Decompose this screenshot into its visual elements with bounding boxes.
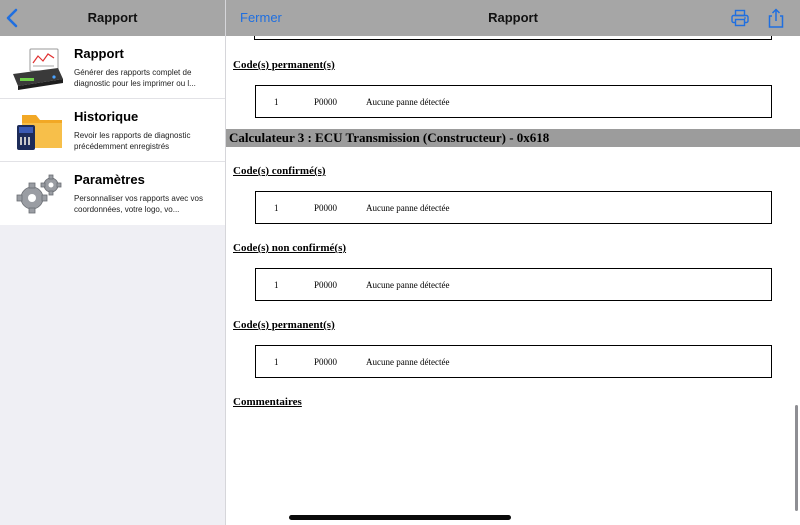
report-menu-panel: Rapport Rapport Générer des rapports com…: [0, 0, 226, 525]
share-icon[interactable]: [768, 8, 784, 28]
code-table-row: 1 P0000 Aucune panne détectée: [255, 268, 772, 301]
left-nav-title: Rapport: [87, 10, 138, 25]
report-preview-panel: Fermer Rapport Code(s) permanent(s) 1 P0…: [226, 0, 800, 525]
code-value: P0000: [314, 97, 338, 107]
folder-sdcard-icon: [17, 115, 62, 150]
code-value: P0000: [314, 280, 338, 290]
menu-list: Rapport Générer des rapports complet de …: [0, 36, 225, 225]
left-nav-bar: Rapport: [0, 0, 225, 36]
code-table-row: 1 P0000 Aucune panne détectée: [255, 85, 772, 118]
section-heading: Code(s) permanent(s): [233, 319, 335, 331]
scroll-indicator[interactable]: [795, 405, 798, 511]
printer-icon[interactable]: [731, 9, 749, 27]
code-table-partial: [254, 36, 772, 40]
calculator-title: Calculateur 3 : ECU Transmission (Constr…: [229, 130, 550, 145]
printer-report-icon: [13, 48, 63, 90]
code-description: Aucune panne détectée: [366, 357, 450, 367]
menu-item-title: Historique: [74, 109, 139, 124]
report-document[interactable]: Code(s) permanent(s) 1 P0000 Aucune pann…: [226, 36, 800, 525]
code-index: 1: [274, 203, 279, 213]
menu-item-historique[interactable]: Historique Revoir les rapports de diagno…: [0, 99, 225, 162]
gears-icon: [16, 174, 62, 214]
code-value: P0000: [314, 203, 338, 213]
code-index: 1: [274, 280, 279, 290]
code-description: Aucune panne détectée: [366, 97, 450, 107]
menu-item-parametres[interactable]: Paramètres Personnaliser vos rapports av…: [0, 162, 225, 225]
code-index: 1: [274, 357, 279, 367]
code-value: P0000: [314, 357, 338, 367]
menu-item-rapport[interactable]: Rapport Générer des rapports complet de …: [0, 36, 225, 99]
menu-item-description: Générer des rapports complet de diagnost…: [74, 68, 196, 88]
code-index: 1: [274, 97, 279, 107]
right-nav-bar: Fermer Rapport: [226, 0, 800, 36]
right-nav-title: Rapport: [488, 10, 538, 25]
code-table-row: 1 P0000 Aucune panne détectée: [255, 191, 772, 224]
comments-heading: Commentaires: [233, 396, 302, 408]
section-heading: Code(s) permanent(s): [233, 59, 335, 71]
menu-item-title: Rapport: [74, 46, 124, 61]
home-indicator[interactable]: [289, 515, 511, 520]
section-heading: Code(s) confirmé(s): [233, 165, 326, 177]
code-description: Aucune panne détectée: [366, 280, 450, 290]
code-table-row: 1 P0000 Aucune panne détectée: [255, 345, 772, 378]
menu-item-title: Paramètres: [74, 172, 145, 187]
section-heading: Code(s) non confirmé(s): [233, 242, 347, 254]
menu-item-description: Personnaliser vos rapports avec vos coor…: [74, 194, 203, 214]
code-description: Aucune panne détectée: [366, 203, 450, 213]
calculator-header: Calculateur 3 : ECU Transmission (Constr…: [226, 129, 800, 147]
menu-item-description: Revoir les rapports de diagnostic précéd…: [74, 131, 191, 151]
